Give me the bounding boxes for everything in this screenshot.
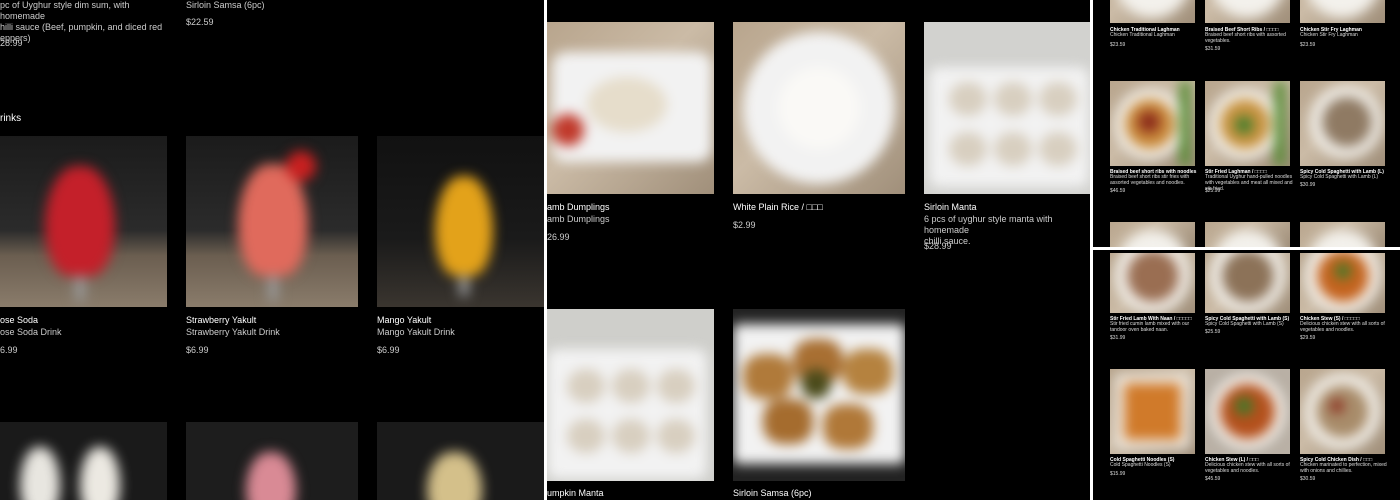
food-image-spicy-cold-spaghetti-lamb[interactable] <box>1300 81 1385 166</box>
food-image-spicy-cold-spaghetti-s[interactable] <box>1205 253 1290 313</box>
menu-item-description: Mango Yakult Drink <box>377 327 455 337</box>
menu-item-description: Cold Spaghetti Noodles (S) <box>1110 462 1171 468</box>
food-image-braised-beef-noodles[interactable] <box>1110 81 1195 166</box>
food-image-stir-fried-lamb-naan[interactable] <box>1110 253 1195 313</box>
food-image[interactable] <box>1300 0 1385 23</box>
food-image-pumpkin-manta[interactable] <box>547 309 714 481</box>
food-image-spicy-cold-chicken[interactable] <box>1300 369 1385 454</box>
menu-item-description: Chicken Stir Fry Laghman <box>1300 32 1358 38</box>
menu-item-price: $31.59 <box>1205 46 1221 52</box>
menu-item-price: $30.59 <box>1300 476 1316 482</box>
menu-item-description: Stir fried cumin lamb mixed with our tan… <box>1110 321 1190 333</box>
menu-item-description: Braised beef short ribs stir fries with … <box>1110 174 1190 186</box>
noodles-menu-panel: Chicken Traditional Laghman Chicken Trad… <box>1093 0 1400 500</box>
food-image-stir-fried-laghman[interactable] <box>1205 81 1290 166</box>
menu-item-price: $23.59 <box>1110 42 1126 48</box>
drink-image-rose-soda[interactable] <box>0 136 167 307</box>
menu-item-description: amb Dumplings <box>547 214 610 224</box>
menu-item-name[interactable]: amb Dumplings <box>547 202 610 212</box>
food-image[interactable] <box>1300 222 1385 247</box>
menu-item-price: $25.59 <box>1205 329 1221 335</box>
menu-item-name[interactable]: Sirloin Samsa (6pc) <box>186 0 265 11</box>
menu-item-price: 26.99 <box>547 232 570 242</box>
drink-image[interactable] <box>186 422 358 500</box>
menu-item-price: $15.99 <box>1110 471 1126 477</box>
menu-item-description: ose Soda Drink <box>0 327 62 337</box>
food-image-sirloin-samsa[interactable] <box>733 309 905 481</box>
drink-image[interactable] <box>377 422 544 500</box>
menu-item-name[interactable]: Sirloin Samsa (6pc) <box>733 488 812 498</box>
menu-item-price: $28.99 <box>924 241 952 251</box>
menu-item-name[interactable]: Sirloin Manta <box>924 202 977 212</box>
menu-item-price: $45.59 <box>1205 476 1221 482</box>
menu-item-price: $6.99 <box>377 345 400 355</box>
food-image-chicken-stew-l[interactable] <box>1205 369 1290 454</box>
menu-item-description: Braised beef short ribs with assorted ve… <box>1205 32 1286 44</box>
menu-item-price: $29.59 <box>1300 335 1316 341</box>
menu-item-price: $30.99 <box>1300 182 1316 188</box>
menu-item-price: $23.59 <box>1300 42 1316 48</box>
divider <box>1093 247 1400 250</box>
menu-item-description: Chicken Traditional Laghman <box>1110 32 1175 38</box>
food-image-lamb-dumplings[interactable] <box>547 22 714 194</box>
dumplings-menu-panel: amb Dumplings amb Dumplings 26.99 White … <box>547 0 1090 500</box>
menu-item-name[interactable]: Mango Yakult <box>377 315 431 325</box>
menu-item-name[interactable]: ose Soda <box>0 315 38 325</box>
menu-item-description: Chicken marinated to perfection, mixed w… <box>1300 462 1387 474</box>
menu-item-description: Spicy Cold Spaghetti with Lamb (L) <box>1300 174 1379 180</box>
food-image-chicken-stew-s[interactable] <box>1300 253 1385 313</box>
food-image[interactable] <box>1205 0 1290 23</box>
drink-image-mango-yakult[interactable] <box>377 136 544 307</box>
drink-image-strawberry-yakult[interactable] <box>186 136 358 307</box>
menu-item-description: Delicious chicken stew with all sorts of… <box>1205 462 1290 474</box>
menu-item-description: pc of Uyghur style dim sum, with homemad… <box>0 0 163 43</box>
menu-item-description: Spicy Cold Spaghetti with Lamb (S) <box>1205 321 1284 327</box>
menu-item-price: 28.99 <box>0 38 23 48</box>
menu-item-price: $31.99 <box>1110 335 1126 341</box>
food-image[interactable] <box>1110 222 1195 247</box>
drinks-menu-panel: pc of Uyghur style dim sum, with homemad… <box>0 0 544 500</box>
food-image[interactable] <box>1205 222 1290 247</box>
food-image[interactable] <box>1110 0 1195 23</box>
food-image-cold-spaghetti-noodles[interactable] <box>1110 369 1195 454</box>
menu-item-price: $6.99 <box>186 345 209 355</box>
food-image-white-rice[interactable] <box>733 22 905 194</box>
section-title-drinks: rinks <box>0 113 22 124</box>
food-image-sirloin-manta[interactable] <box>924 22 1090 194</box>
menu-item-description: Strawberry Yakult Drink <box>186 327 280 337</box>
menu-item-description: Delicious chicken stew with all sorts of… <box>1300 321 1385 333</box>
menu-item-name[interactable]: White Plain Rice / □□□ <box>733 202 823 212</box>
drink-image[interactable] <box>0 422 167 500</box>
menu-item-price: $2.99 <box>733 220 756 230</box>
menu-item-name[interactable]: umpkin Manta <box>547 488 604 498</box>
menu-item-name[interactable]: Strawberry Yakult <box>186 315 256 325</box>
menu-item-price: 6.99 <box>0 345 18 355</box>
menu-item-price: $22.59 <box>186 17 214 27</box>
menu-item-price: $46.59 <box>1110 188 1126 194</box>
menu-item-price: $25.99 <box>1205 188 1221 194</box>
